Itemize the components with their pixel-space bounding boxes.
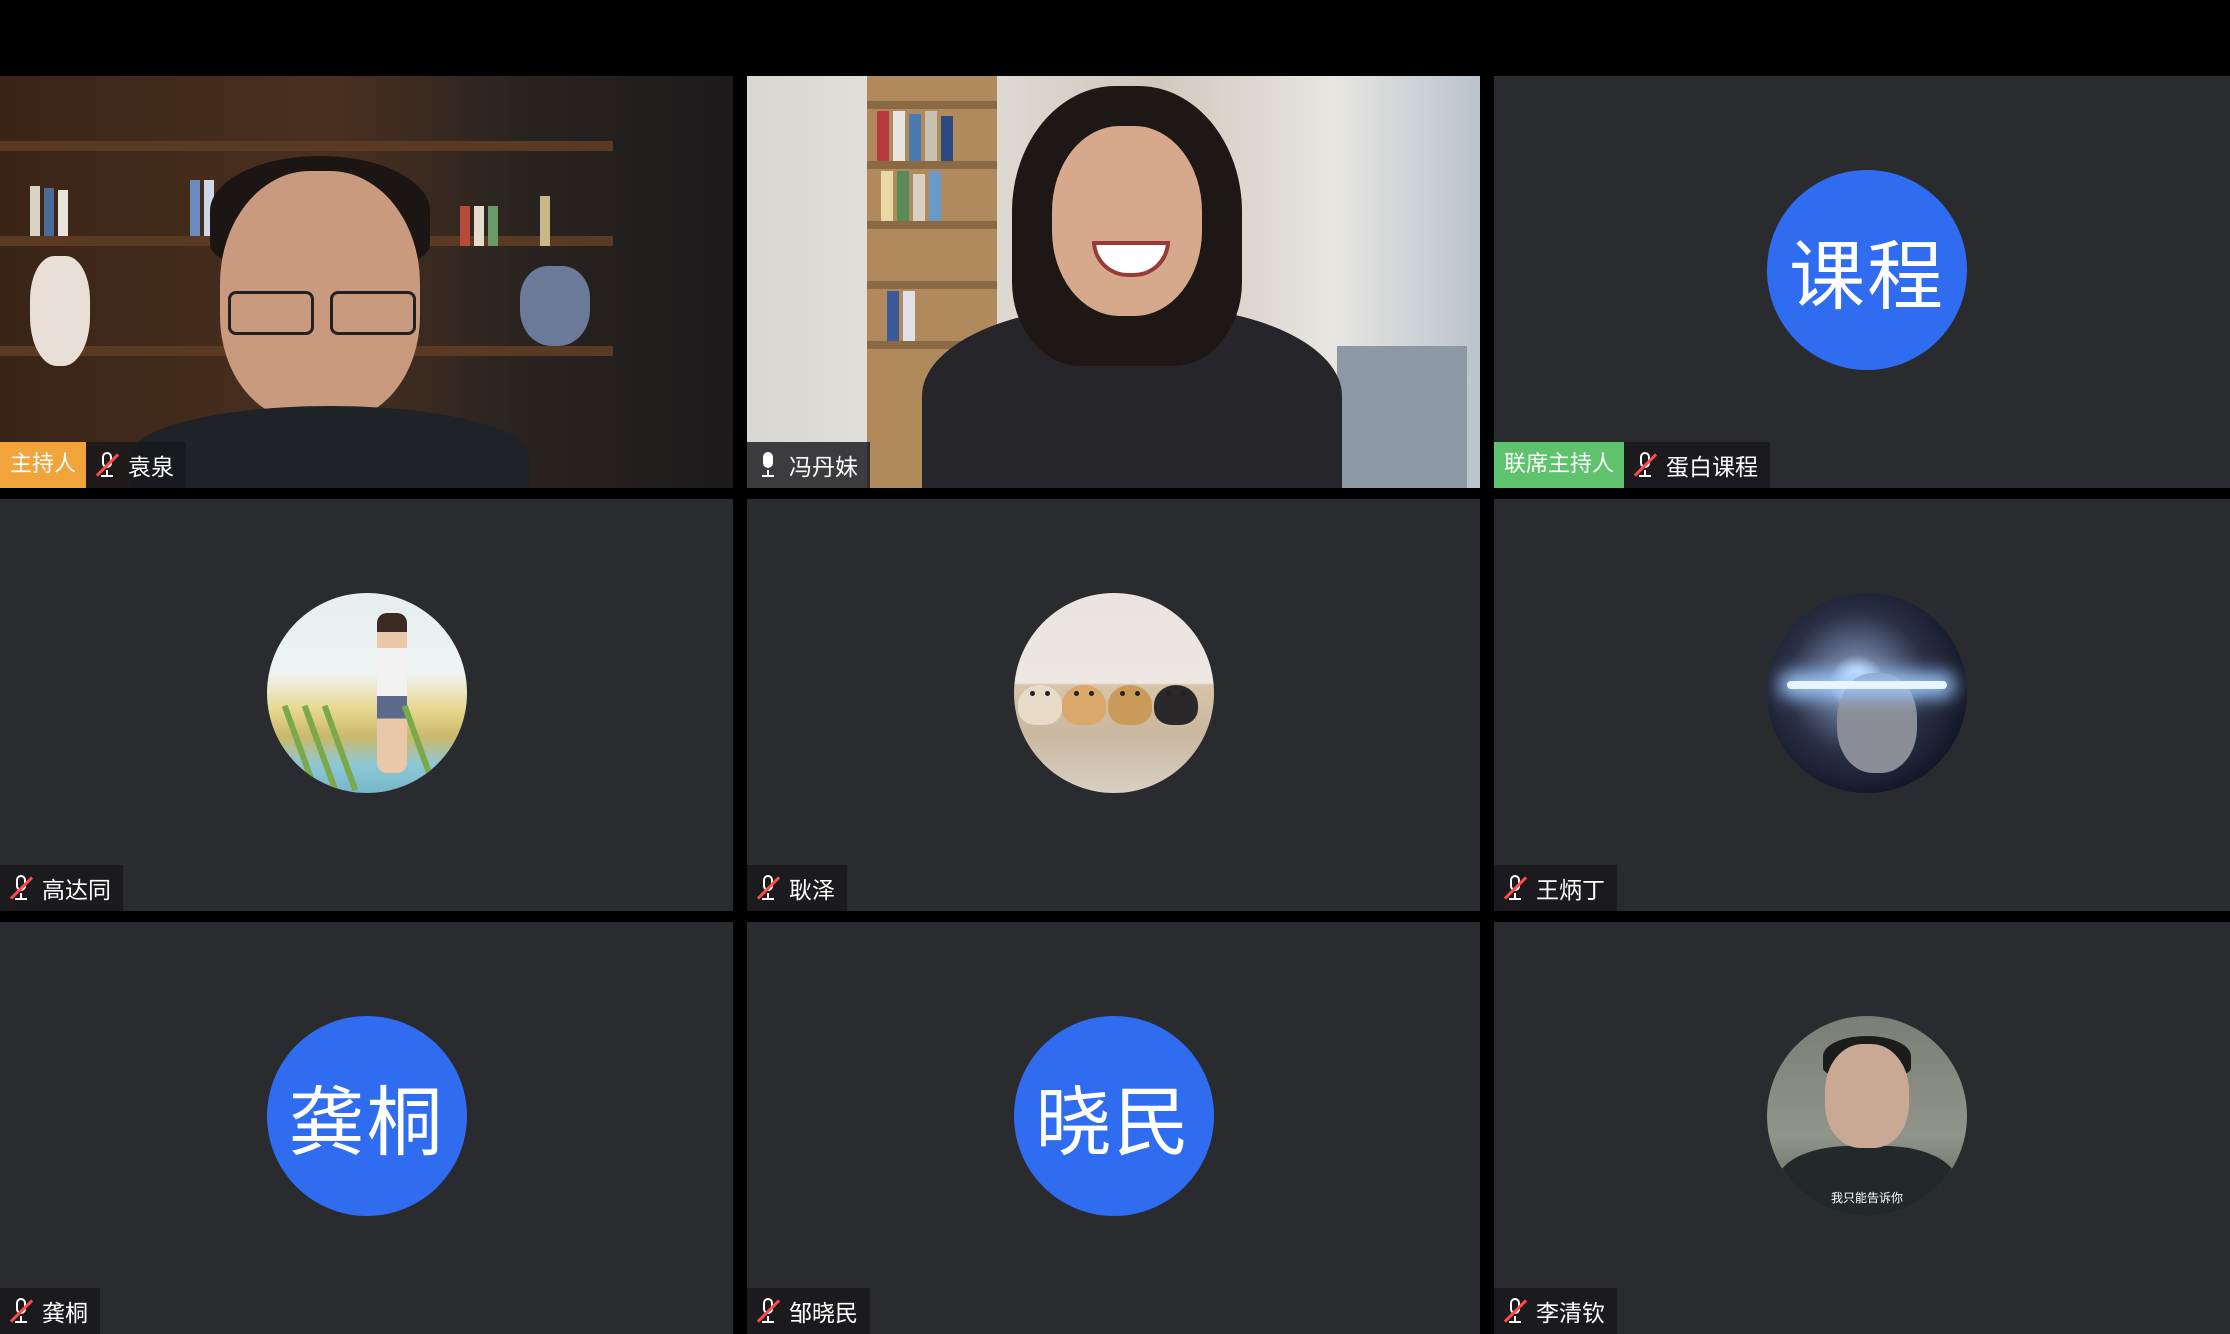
cohost-badge: 联席主持人: [1494, 442, 1625, 488]
avatar-image-officer: 我只能告诉你: [1767, 1016, 1967, 1216]
participant-name-tag: 龚桐: [0, 1288, 100, 1334]
name-tag-group: 王炳丁: [1494, 865, 1617, 911]
top-bar: [0, 0, 2230, 75]
name-tag-group: 冯丹妹: [747, 442, 870, 488]
participant-name-tag: 耿泽: [747, 865, 847, 911]
participant-name: 王炳丁: [1536, 878, 1605, 904]
name-tag-group: 联席主持人 蛋白课程: [1494, 442, 1771, 488]
name-tag-group: 龚桐: [0, 1288, 100, 1334]
avatar-image-boy-in-reeds: [266, 593, 467, 793]
participant-name: 李清钦: [1536, 1301, 1605, 1327]
avatar-text: 晓民: [1013, 1016, 1214, 1216]
participant-name: 耿泽: [789, 878, 835, 904]
participant-video: [747, 76, 1480, 488]
participant-tile-gongtong[interactable]: 龚桐 龚桐: [0, 922, 733, 1334]
avatar-image-dogs: [1013, 593, 1214, 793]
mic-muted-icon: [1503, 1298, 1528, 1324]
participant-video: [0, 76, 733, 488]
avatar-text: 龚桐: [266, 1016, 467, 1216]
participant-tile-yuanquan[interactable]: 主持人 袁泉: [0, 76, 733, 488]
participant-tile-zouxiaomin[interactable]: 晓民 邹晓民: [747, 922, 1480, 1334]
mic-muted-icon: [756, 1298, 781, 1324]
name-tag-group: 耿泽: [747, 865, 847, 911]
participant-name: 邹晓民: [789, 1301, 858, 1327]
mic-muted-icon: [9, 875, 34, 901]
mic-muted-icon: [95, 452, 120, 478]
participant-tile-gengze[interactable]: 耿泽: [747, 499, 1480, 911]
avatar-image-glowing-eyes: [1767, 593, 1967, 793]
participant-name: 冯丹妹: [789, 455, 858, 481]
participant-name-tag: 袁泉: [86, 442, 187, 488]
mic-on-icon: [757, 452, 779, 478]
participant-tile-liqingqin[interactable]: 我只能告诉你 李清钦: [1494, 922, 2230, 1334]
participant-name: 高达同: [42, 878, 111, 904]
name-tag-group: 主持人 袁泉: [0, 442, 187, 488]
participant-name-tag: 邹晓民: [747, 1288, 870, 1334]
avatar-text: 课程: [1767, 170, 1967, 370]
mic-muted-icon: [1633, 452, 1658, 478]
participant-name: 袁泉: [128, 455, 175, 481]
participant-tile-wangbingding[interactable]: 王炳丁: [1494, 499, 2230, 911]
mic-muted-icon: [756, 875, 781, 901]
host-badge: 主持人: [0, 442, 87, 488]
participant-name-tag: 蛋白课程: [1624, 442, 1771, 488]
mic-muted-icon: [1503, 875, 1528, 901]
participant-tile-danbaikecheng[interactable]: 课程 联席主持人 蛋白课程: [1494, 76, 2230, 488]
avatar-caption: 我只能告诉你: [1830, 1191, 1903, 1205]
participant-tile-fengdanmei[interactable]: 冯丹妹: [747, 76, 1480, 488]
participant-name: 蛋白课程: [1666, 455, 1759, 481]
participant-name: 龚桐: [42, 1301, 88, 1327]
mic-muted-icon: [9, 1298, 34, 1324]
video-grid: 主持人 袁泉 冯丹妹 课程 联席主持人 蛋白课程 高达同 耿泽 王炳丁 龚桐 龚…: [0, 76, 2230, 1334]
participant-name-tag: 李清钦: [1494, 1288, 1617, 1334]
participant-name-tag: 王炳丁: [1494, 865, 1617, 911]
participant-name-tag: 高达同: [0, 865, 123, 911]
participant-name-tag: 冯丹妹: [747, 442, 870, 488]
participant-tile-gaodatong[interactable]: 高达同: [0, 499, 733, 911]
name-tag-group: 邹晓民: [747, 1288, 870, 1334]
name-tag-group: 高达同: [0, 865, 123, 911]
name-tag-group: 李清钦: [1494, 1288, 1617, 1334]
